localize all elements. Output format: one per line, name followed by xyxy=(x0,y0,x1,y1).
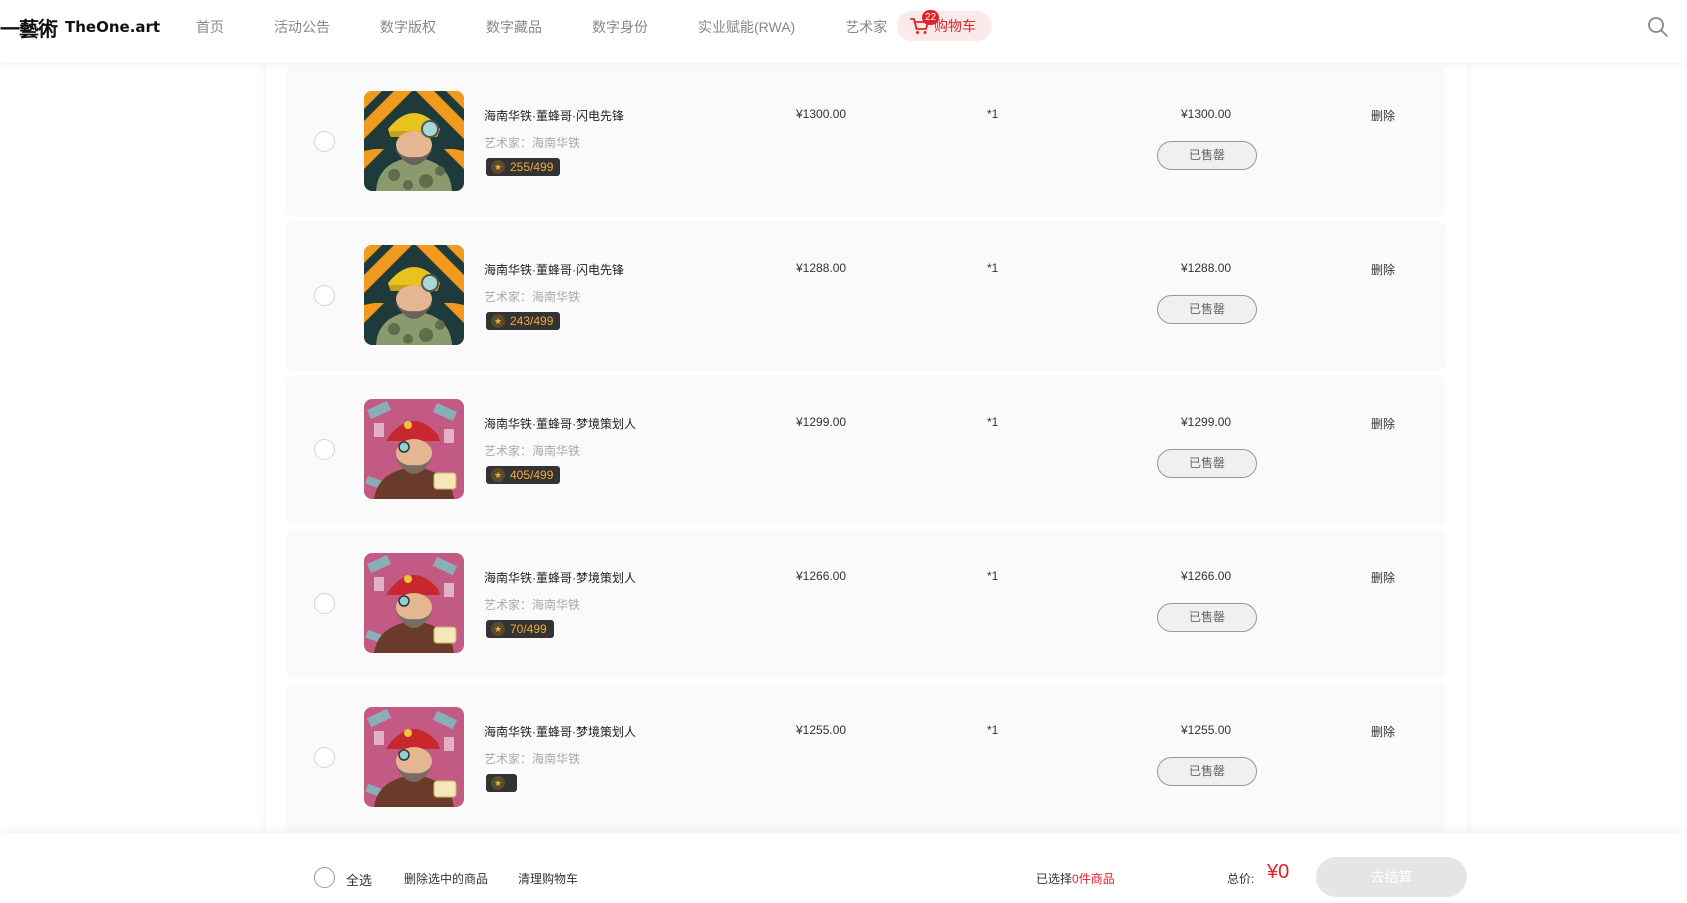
cart-count-badge: 22 xyxy=(922,10,940,25)
cart-button[interactable]: 购物车 xyxy=(897,11,992,41)
total-amount: ¥0 xyxy=(1267,861,1290,883)
select-all-radio[interactable] xyxy=(314,867,335,888)
item-quantity: *1 xyxy=(987,261,999,275)
cart-item-card: 海南华铁·董蜂哥·梦境策划人 艺术家：海南华铁 ★ 405/499 ¥1299.… xyxy=(286,375,1446,525)
item-thumbnail[interactable] xyxy=(364,707,464,807)
item-select-radio[interactable] xyxy=(314,747,335,768)
edition-badge: ★ 255/499 xyxy=(486,158,561,176)
item-price: ¥1255.00 xyxy=(796,723,847,737)
nav-rwa[interactable]: 实业赋能(RWA) xyxy=(698,17,795,37)
nav-digital-copyright[interactable]: 数字版权 xyxy=(380,17,436,37)
item-name[interactable]: 海南华铁·董蜂哥·梦境策划人 xyxy=(484,723,636,740)
selected-prefix: 已选择 xyxy=(1036,872,1073,886)
delete-item-button[interactable]: 删除 xyxy=(1371,723,1395,740)
item-price: ¥1300.00 xyxy=(796,107,847,121)
nav-digital-collectibles[interactable]: 数字藏品 xyxy=(486,17,542,37)
item-artist: 艺术家：海南华铁 xyxy=(484,444,581,458)
item-thumbnail[interactable] xyxy=(364,553,464,653)
sold-out-button[interactable]: 已售罄 xyxy=(1157,757,1257,786)
artwork-image xyxy=(364,707,464,807)
logo-chinese: 一藝術 xyxy=(0,16,58,41)
nav-home[interactable]: 首页 xyxy=(196,17,224,37)
edition-badge: ★ xyxy=(486,774,517,792)
star-icon: ★ xyxy=(491,160,505,174)
edition-badge: ★ 405/499 xyxy=(486,466,561,484)
logo-english: TheOne.art xyxy=(65,18,161,36)
search-icon[interactable] xyxy=(1647,16,1669,38)
item-quantity: *1 xyxy=(987,569,999,583)
item-subtotal: ¥1266.00 xyxy=(1181,569,1232,583)
edition-number: 243/499 xyxy=(510,314,554,328)
item-artist: 艺术家：海南华铁 xyxy=(484,290,581,304)
item-subtotal: ¥1300.00 xyxy=(1181,107,1232,121)
artwork-image xyxy=(364,245,464,345)
artwork-image xyxy=(364,553,464,653)
item-artist: 艺术家：海南华铁 xyxy=(484,598,581,612)
cart-item-card: 海南华铁·董蜂哥·闪电先锋 艺术家：海南华铁 ★ 255/499 ¥1300.0… xyxy=(286,67,1446,217)
delete-item-button[interactable]: 删除 xyxy=(1371,415,1395,432)
item-artist: 艺术家：海南华铁 xyxy=(484,136,581,150)
item-name[interactable]: 海南华铁·董蜂哥·梦境策划人 xyxy=(484,415,636,432)
artwork-image xyxy=(364,399,464,499)
item-name[interactable]: 海南华铁·董蜂哥·梦境策划人 xyxy=(484,569,636,586)
delete-selected-button[interactable]: 删除选中的商品 xyxy=(404,870,488,887)
item-subtotal: ¥1299.00 xyxy=(1181,415,1232,429)
item-quantity: *1 xyxy=(987,723,999,737)
cart-label: 购物车 xyxy=(934,18,976,34)
edition-number: 255/499 xyxy=(510,160,554,174)
item-quantity: *1 xyxy=(987,107,999,121)
main-nav: 首页 活动公告 数字版权 数字藏品 数字身份 实业赋能(RWA) 艺术家 xyxy=(196,0,937,54)
edition-number: 405/499 xyxy=(510,468,554,482)
cart-item-card: 海南华铁·董蜂哥·闪电先锋 艺术家：海南华铁 ★ 243/499 ¥1288.0… xyxy=(286,221,1446,371)
item-select-radio[interactable] xyxy=(314,439,335,460)
top-header: 一藝術 TheOne.art 首页 活动公告 数字版权 数字藏品 数字身份 实业… xyxy=(0,0,1687,63)
item-price: ¥1266.00 xyxy=(796,569,847,583)
item-subtotal: ¥1255.00 xyxy=(1181,723,1232,737)
item-artist: 艺术家：海南华铁 xyxy=(484,752,581,766)
item-select-radio[interactable] xyxy=(314,131,335,152)
delete-item-button[interactable]: 删除 xyxy=(1371,569,1395,586)
item-select-radio[interactable] xyxy=(314,285,335,306)
item-subtotal: ¥1288.00 xyxy=(1181,261,1232,275)
site-logo[interactable]: 一藝術 TheOne.art xyxy=(0,14,161,41)
star-icon: ★ xyxy=(491,468,505,482)
sold-out-button[interactable]: 已售罄 xyxy=(1157,295,1257,324)
item-name[interactable]: 海南华铁·董蜂哥·闪电先锋 xyxy=(484,107,624,124)
nav-digital-identity[interactable]: 数字身份 xyxy=(592,17,648,37)
sold-out-button[interactable]: 已售罄 xyxy=(1157,449,1257,478)
item-thumbnail[interactable] xyxy=(364,245,464,345)
total-label: 总价: xyxy=(1227,872,1255,886)
item-price: ¥1299.00 xyxy=(796,415,847,429)
edition-badge: ★ 243/499 xyxy=(486,312,561,330)
nav-announcements[interactable]: 活动公告 xyxy=(274,17,330,37)
item-thumbnail[interactable] xyxy=(364,399,464,499)
select-all-label[interactable]: 全选 xyxy=(346,870,372,889)
clear-cart-button[interactable]: 清理购物车 xyxy=(518,870,578,887)
sold-out-button[interactable]: 已售罄 xyxy=(1157,603,1257,632)
artwork-image xyxy=(364,91,464,191)
item-thumbnail[interactable] xyxy=(364,91,464,191)
item-select-radio[interactable] xyxy=(314,593,335,614)
star-icon: ★ xyxy=(491,622,505,636)
edition-badge: ★ 70/499 xyxy=(486,620,554,638)
star-icon: ★ xyxy=(491,776,505,790)
item-price: ¥1288.00 xyxy=(796,261,847,275)
star-icon: ★ xyxy=(491,314,505,328)
item-name[interactable]: 海南华铁·董蜂哥·闪电先锋 xyxy=(484,261,624,278)
delete-item-button[interactable]: 删除 xyxy=(1371,261,1395,278)
sold-out-button[interactable]: 已售罄 xyxy=(1157,141,1257,170)
cart-item-card: 海南华铁·董蜂哥·梦境策划人 艺术家：海南华铁 ★ 70/499 ¥1266.0… xyxy=(286,529,1446,679)
nav-artists[interactable]: 艺术家 xyxy=(845,17,887,37)
item-quantity: *1 xyxy=(987,415,999,429)
selected-count: 0件商品 xyxy=(1072,872,1115,886)
checkout-bar: 全选 删除选中的商品 清理购物车 已选择0件商品 总价: ¥0 去结算 xyxy=(0,833,1687,903)
delete-item-button[interactable]: 删除 xyxy=(1371,107,1395,124)
edition-number: 70/499 xyxy=(510,622,547,636)
cart-item-card: 海南华铁·董蜂哥·梦境策划人 艺术家：海南华铁 ★ ¥1255.00 *1 ¥1… xyxy=(286,683,1446,833)
selected-count-text: 已选择0件商品 xyxy=(1036,870,1115,887)
cart-item-panel: 海南华铁·董蜂哥·闪电先锋 艺术家：海南华铁 ★ 255/499 ¥1300.0… xyxy=(266,63,1467,833)
checkout-button[interactable]: 去结算 xyxy=(1316,857,1467,897)
